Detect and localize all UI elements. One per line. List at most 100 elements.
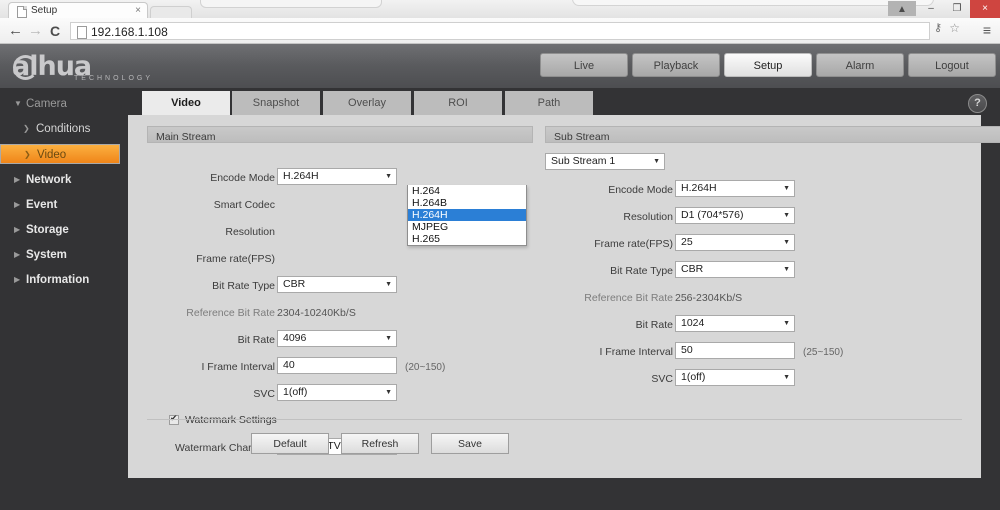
sidebar-item-network[interactable]: ▶ Network (0, 171, 128, 189)
page-icon (17, 6, 27, 18)
address-bar[interactable]: 192.168.1.108 (70, 22, 930, 40)
bit-rate-wrap: 4096 ▼ (277, 330, 397, 347)
row-sub-i-frame-interval: I Frame Interval 50 (25~150) (545, 342, 931, 363)
nav-alarm[interactable]: Alarm (816, 53, 904, 77)
option-h265[interactable]: H.265 (408, 233, 526, 245)
row-sub-svc: SVC 1(off) ▼ (545, 369, 931, 390)
chevron-right-icon: ❯ (23, 124, 30, 133)
nav-playback[interactable]: Playback (632, 53, 720, 77)
row-sub-bit-rate: Bit Rate 1024 ▼ (545, 315, 931, 336)
encode-mode-options-list[interactable]: H.264 H.264B H.264H MJPEG H.265 (407, 185, 527, 246)
forward-arrow-icon[interactable]: → (28, 22, 43, 40)
sub-frame-rate-wrap: 25 ▼ (675, 234, 795, 251)
hamburger-menu-icon[interactable]: ≡ (983, 22, 991, 38)
sub-stream-rows: Enable Sub Stream 1 ▼ Encode Mode H.264H… (545, 153, 931, 390)
tab-video[interactable]: Video (142, 91, 230, 115)
key-icon[interactable]: ⚷ (934, 21, 942, 34)
nav-live[interactable]: Live (540, 53, 628, 77)
tab-overlay[interactable]: Overlay (323, 91, 411, 115)
sub-frame-rate-value: 25 (681, 236, 693, 248)
sub-encode-mode-select[interactable]: H.264H ▼ (675, 180, 795, 197)
chevron-down-icon: ▼ (385, 173, 392, 180)
bit-rate-type-wrap: CBR ▼ (277, 276, 397, 293)
option-h264[interactable]: H.264 (408, 185, 526, 197)
option-h264h[interactable]: H.264H (408, 209, 526, 221)
row-i-frame-interval: I Frame Interval 40 (20~150) (147, 357, 533, 378)
reference-bit-rate-value: 2304-10240Kb/S (277, 307, 356, 319)
sub-i-frame-interval-value: 50 (681, 344, 693, 356)
sidebar-item-video[interactable]: ❯ Video (0, 144, 120, 164)
browser-tab-title: Setup (31, 5, 58, 16)
bit-rate-value: 4096 (283, 332, 307, 344)
sidebar-item-camera[interactable]: ▼ Camera (0, 95, 128, 113)
sub-bit-rate-type-select[interactable]: CBR ▼ (675, 261, 795, 278)
sidebar-item-conditions[interactable]: ❯ Conditions (0, 120, 128, 138)
sidebar-item-storage[interactable]: ▶ Storage (0, 221, 128, 239)
chevron-down-icon: ▼ (783, 320, 790, 327)
sidebar-item-event[interactable]: ▶ Event (0, 196, 128, 214)
nav-setup[interactable]: Setup (724, 53, 812, 77)
option-h264b[interactable]: H.264B (408, 197, 526, 209)
frame-rate-label: Frame rate(FPS) (196, 253, 275, 265)
i-frame-interval-input[interactable]: 40 (277, 357, 397, 374)
bit-rate-type-select[interactable]: CBR ▼ (277, 276, 397, 293)
chevron-down-icon: ▼ (653, 158, 660, 165)
sub-bit-rate-select[interactable]: 1024 ▼ (675, 315, 795, 332)
sub-bit-rate-label: Bit Rate (635, 319, 673, 331)
back-arrow-icon[interactable]: ← (8, 22, 23, 40)
row-frame-rate: Frame rate(FPS) (147, 249, 533, 270)
window-close-button[interactable]: × (970, 0, 1000, 18)
close-icon[interactable]: × (135, 4, 141, 18)
svc-value: 1(off) (283, 386, 308, 398)
sub-svc-select[interactable]: 1(off) ▼ (675, 369, 795, 386)
sub-i-frame-interval-input[interactable]: 50 (675, 342, 795, 359)
watermark-settings-checkbox[interactable] (169, 413, 179, 425)
row-sub-enable: Enable Sub Stream 1 ▼ (545, 153, 931, 174)
reload-icon[interactable]: C (50, 22, 60, 40)
sub-resolution-select[interactable]: D1 (704*576) ▼ (675, 207, 795, 224)
encode-mode-value: H.264H (283, 170, 319, 182)
row-encode-mode: Encode Mode H.264H ▼ H.264 H.264B H.264H… (147, 168, 533, 246)
tab-roi[interactable]: ROI (414, 91, 502, 115)
bit-rate-label: Bit Rate (237, 334, 275, 346)
default-button[interactable]: Default (251, 433, 329, 454)
minimize-button[interactable]: – (918, 0, 944, 17)
upload-button[interactable]: ▲ (888, 1, 916, 16)
sidebar-item-system[interactable]: ▶ System (0, 246, 128, 264)
sidebar-item-information[interactable]: ▶ Information (0, 271, 128, 289)
reference-bit-rate-label: Reference Bit Rate (186, 307, 275, 319)
option-mjpeg[interactable]: MJPEG (408, 221, 526, 233)
maximize-button[interactable]: ❐ (944, 0, 970, 17)
bookmark-star-icon[interactable]: ☆ (949, 21, 960, 35)
help-icon[interactable]: ? (968, 94, 987, 113)
sub-svc-wrap: 1(off) ▼ (675, 369, 795, 386)
row-sub-reference-bit-rate: Reference Bit Rate 256-2304Kb/S (545, 288, 931, 309)
sub-svc-value: 1(off) (681, 371, 706, 383)
i-frame-interval-wrap: 40 (277, 357, 397, 374)
row-svc: SVC 1(off) ▼ (147, 384, 533, 405)
bit-rate-select[interactable]: 4096 ▼ (277, 330, 397, 347)
browser-tab[interactable]: Setup × (8, 2, 148, 18)
sub-frame-rate-select[interactable]: 25 ▼ (675, 234, 795, 251)
save-button[interactable]: Save (431, 433, 509, 454)
svc-select[interactable]: 1(off) ▼ (277, 384, 397, 401)
sub-reference-bit-rate-label: Reference Bit Rate (584, 292, 673, 304)
nav-logout[interactable]: Logout (908, 53, 996, 77)
sub-resolution-wrap: D1 (704*576) ▼ (675, 207, 795, 224)
encode-mode-select[interactable]: H.264H ▼ (277, 168, 397, 185)
tab-path[interactable]: Path (505, 91, 593, 115)
chevron-down-icon: ▼ (783, 374, 790, 381)
chevron-down-icon: ▼ (783, 266, 790, 273)
tab-snapshot[interactable]: Snapshot (232, 91, 320, 115)
sub-i-frame-interval-label: I Frame Interval (599, 346, 673, 358)
row-sub-bit-rate-type: Bit Rate Type CBR ▼ (545, 261, 931, 282)
sub-bit-rate-type-value: CBR (681, 263, 704, 275)
settings-panel: Main Stream Encode Mode H.264H ▼ H.264 H… (128, 115, 1000, 478)
bit-rate-type-value: CBR (283, 278, 306, 290)
sidebar-item-label: Network (26, 174, 72, 186)
sub-stream-select[interactable]: Sub Stream 1 ▼ (545, 153, 665, 170)
main-stream-header: Main Stream (147, 126, 533, 143)
refresh-button[interactable]: Refresh (341, 433, 419, 454)
sub-stream-title: Sub Stream (554, 131, 610, 143)
chevron-right-icon: ▶ (14, 175, 21, 184)
